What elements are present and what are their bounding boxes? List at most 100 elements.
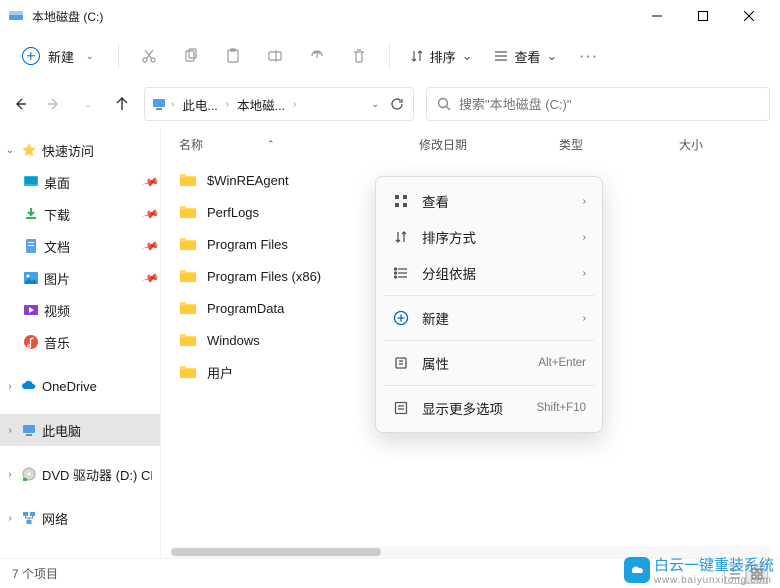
cloud-icon [20,377,38,395]
new-button[interactable]: 新建 ⌄ [10,41,106,72]
folder-icon [179,267,197,285]
item-count: 7 个项目 [12,565,58,582]
group-icon [392,264,410,282]
command-toolbar: 新建 ⌄ 排序 ⌄ 查看 ⌄ ··· [0,32,780,80]
sidebar-item-label: 下载 [44,205,70,224]
ctx-more-options[interactable]: 显示更多选项 Shift+F10 [382,390,596,426]
plus-circle-icon [22,47,40,65]
minimize-button[interactable] [634,0,680,32]
plus-circle-icon [392,309,410,327]
paste-button[interactable] [215,38,251,74]
context-menu: 查看 › 排序方式 › 分组依据 › 新建 › 属性 [375,176,603,433]
pc-icon [151,96,167,112]
view-label: 查看 [514,47,540,66]
copy-button[interactable] [173,38,209,74]
sidebar-item-pictures[interactable]: 图片 📌 [0,262,160,294]
sort-button[interactable]: 排序 ⌄ [402,43,481,70]
ctx-new[interactable]: 新建 › [382,300,596,336]
pictures-icon [22,269,40,287]
separator [118,44,119,68]
file-list-pane: 名称⌃ 修改日期 类型 大小 $WinREAgentPerfLogsProgra… [160,128,780,558]
drive-icon [8,8,24,24]
folder-icon [179,363,197,381]
file-name: PerfLogs [207,205,259,220]
document-icon [22,237,40,255]
desktop-icon [22,173,40,191]
column-header-size[interactable]: 大小 [679,136,759,153]
file-name: ProgramData [207,301,284,316]
chevron-right-icon: › [4,425,16,436]
forward-button[interactable] [44,94,64,114]
separator [384,340,594,341]
maximize-button[interactable] [680,0,726,32]
close-button[interactable] [726,0,772,32]
column-headers: 名称⌃ 修改日期 类型 大小 [161,128,780,160]
rename-button[interactable] [257,38,293,74]
recent-button[interactable]: ⌄ [78,94,98,114]
file-name: Program Files (x86) [207,269,321,284]
delete-button[interactable] [341,38,377,74]
sidebar-item-desktop[interactable]: 桌面 📌 [0,166,160,198]
ctx-sort[interactable]: 排序方式 › [382,219,596,255]
separator [384,295,594,296]
chevron-right-icon: › [4,381,16,392]
breadcrumb-item[interactable]: 此电... [178,93,221,116]
column-header-name[interactable]: 名称⌃ [179,136,419,153]
sidebar-item-dvd[interactable]: › DVD 驱动器 (D:) CP [0,458,160,490]
sidebar-item-downloads[interactable]: 下载 📌 [0,198,160,230]
separator [384,385,594,386]
chevron-right-icon: › [226,99,229,110]
sidebar-item-network[interactable]: › 网络 [0,502,160,534]
chevron-right-icon: › [583,232,586,243]
sidebar-item-onedrive[interactable]: › OneDrive [0,370,160,402]
column-header-type[interactable]: 类型 [559,136,679,153]
ctx-properties[interactable]: 属性 Alt+Enter [382,345,596,381]
search-input[interactable] [459,97,759,112]
chevron-right-icon: › [583,196,586,207]
pin-icon: 📌 [142,205,160,223]
file-name: Program Files [207,237,288,252]
folder-icon [179,171,197,189]
up-button[interactable] [112,94,132,114]
window-titlebar: 本地磁盘 (C:) [0,0,780,32]
sidebar-item-this-pc[interactable]: › 此电脑 [0,414,160,446]
view-button[interactable]: 查看 ⌄ [486,43,565,70]
sidebar-item-label: 文档 [44,237,70,256]
pin-icon: 📌 [142,237,160,255]
download-icon [22,205,40,223]
navigation-pane: ⌄ 快速访问 桌面 📌 下载 📌 文档 📌 图片 📌 视频 [0,128,160,558]
chevron-right-icon: › [583,313,586,324]
address-bar[interactable]: › 此电... › 本地磁... › ⌄ [144,87,414,121]
sort-indicator-icon: ⌃ [267,139,275,150]
folder-icon [179,299,197,317]
chevron-down-icon: ⌄ [547,48,558,64]
ctx-view[interactable]: 查看 › [382,183,596,219]
ctx-group[interactable]: 分组依据 › [382,255,596,291]
sidebar-item-label: DVD 驱动器 (D:) CP [42,465,152,484]
scrollbar-thumb[interactable] [171,548,381,556]
sidebar-item-quick-access[interactable]: ⌄ 快速访问 [0,134,160,166]
sidebar-item-documents[interactable]: 文档 📌 [0,230,160,262]
more-options-icon [392,399,410,417]
column-header-date[interactable]: 修改日期 [419,136,559,153]
back-button[interactable] [10,94,30,114]
cut-button[interactable] [131,38,167,74]
sidebar-item-music[interactable]: 音乐 [0,326,160,358]
music-icon [22,333,40,351]
file-name: Windows [207,333,260,348]
shortcut-text: Alt+Enter [538,357,586,369]
watermark-url: www.baiyunxitong.com [654,575,774,586]
share-button[interactable] [299,38,335,74]
more-button[interactable]: ··· [571,38,607,74]
address-dropdown[interactable]: ⌄ [371,99,379,110]
refresh-button[interactable] [387,94,407,114]
folder-icon [179,235,197,253]
sidebar-item-label: 视频 [44,301,70,320]
sidebar-item-videos[interactable]: 视频 [0,294,160,326]
chevron-right-icon: › [4,513,16,524]
search-icon [437,97,451,111]
breadcrumb-item[interactable]: 本地磁... [233,93,289,116]
watermark-logo-icon [624,557,650,583]
search-bar[interactable] [426,87,770,121]
chevron-down-icon: ⌄ [86,51,94,62]
